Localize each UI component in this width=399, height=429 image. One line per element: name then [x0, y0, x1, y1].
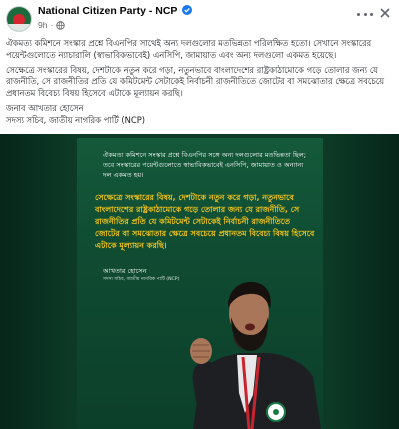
ncp-logo [266, 402, 286, 422]
more-dot [357, 12, 360, 16]
avatar-band [7, 24, 31, 31]
poster-highlight-quote: সেক্ষেত্রে সংস্কারের বিষয়, দেশটাকে নতুন… [95, 193, 315, 250]
page-avatar[interactable] [6, 6, 32, 32]
more-options-button[interactable] [357, 8, 373, 20]
post-body: ঐকমত্য কমিশনে সংস্কার প্রশ্নে বিএনপির সা… [6, 38, 394, 130]
page-name-link[interactable]: National Citizen Party - NCP [38, 5, 193, 17]
post-paragraph-1: ঐকমত্য কমিশনে সংস্কার প্রশ্নে বিএনপির সা… [6, 38, 372, 60]
post-time[interactable]: 9h [38, 20, 47, 30]
poster-speaker-role: সদস্য সচিব, জাতীয় নাগরিক পার্টি (NCP) [103, 277, 180, 282]
speaker-photo [190, 281, 321, 429]
page-name[interactable]: National Citizen Party - NCP [38, 5, 177, 17]
post-header: National Citizen Party - NCP 9h · [0, 0, 399, 36]
image-backdrop-right [323, 134, 399, 429]
verified-badge-icon [182, 5, 193, 15]
post-paragraph-2: সেক্ষেত্রে সংস্কারের বিষয়, দেশটাকে নতুন… [6, 64, 385, 99]
post-author-name: জনাব আখতার হোসেন [6, 102, 84, 113]
more-dot [370, 12, 373, 16]
meta-separator: · [50, 20, 54, 30]
quote-poster: ঐকমত্য কমিশনে সংস্কার প্রশ্নে বিএনপির সঙ… [77, 138, 323, 429]
post-author-role: সদস্য সচিব, জাতীয় নাগরিক পার্টি (NCP) [6, 114, 146, 125]
poster-intro-text: ঐকমত্য কমিশনে সংস্কার প্রশ্নে বিএনপির সঙ… [103, 151, 306, 179]
more-dot [363, 12, 367, 16]
close-icon[interactable] [378, 6, 392, 20]
post-meta: 9h · [38, 20, 66, 30]
post-image[interactable]: ঐকমত্য কমিশনে সংস্কার প্রশ্নে বিএনপির সঙ… [0, 134, 399, 429]
image-backdrop-left [0, 134, 77, 429]
globe-icon [56, 20, 66, 30]
